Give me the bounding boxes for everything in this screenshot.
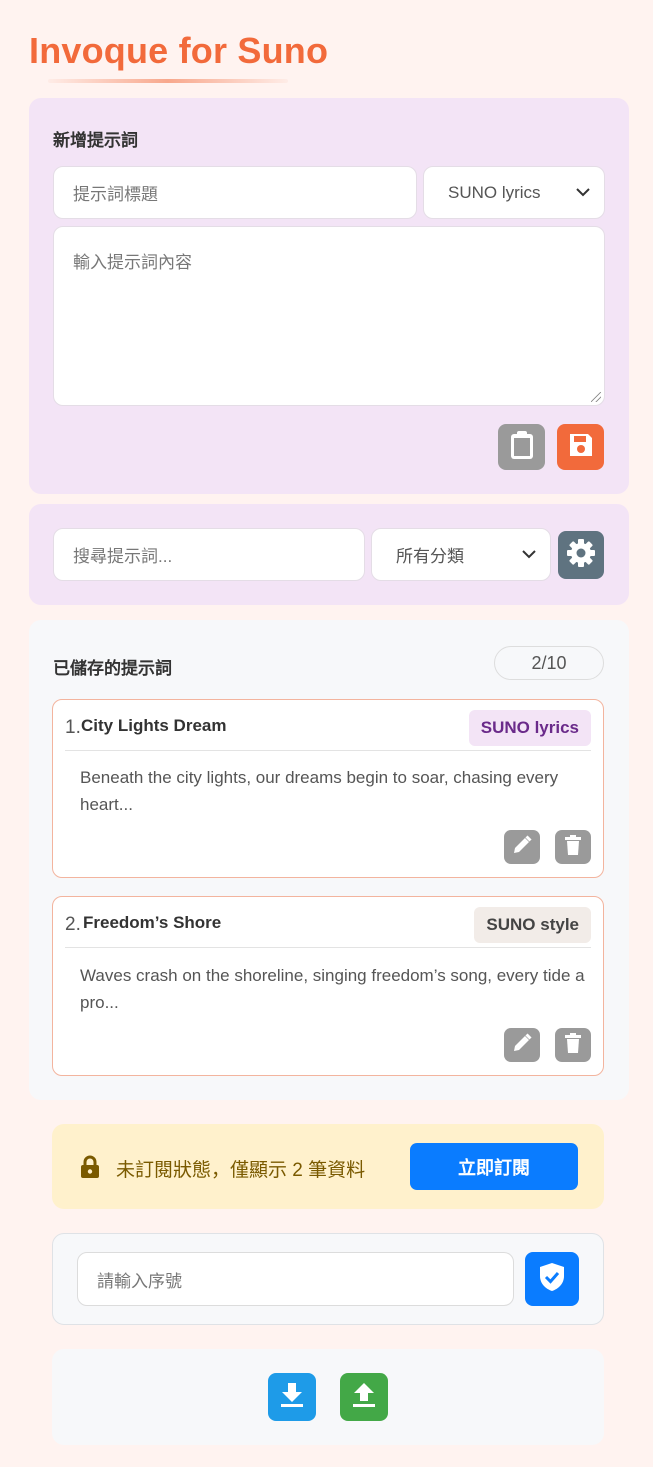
upload-button[interactable] (340, 1373, 388, 1421)
prompt-title-placeholder: 提示詞標題 (73, 185, 158, 204)
card-divider (65, 750, 591, 751)
card-body: Waves crash on the shoreline, singing fr… (80, 966, 585, 1012)
download-button[interactable] (268, 1373, 316, 1421)
save-button[interactable] (557, 424, 604, 470)
card-divider (65, 947, 591, 948)
saved-prompts-heading: 已儲存的提示詞 (53, 659, 172, 678)
card-number: 2. (65, 914, 81, 935)
delete-button[interactable] (555, 1028, 591, 1062)
serial-placeholder: 請輸入序號 (97, 1271, 182, 1291)
paste-button[interactable] (498, 424, 545, 470)
pencil-icon (511, 834, 533, 861)
shield-check-icon (539, 1262, 565, 1297)
upload-icon (351, 1381, 377, 1414)
resize-handle[interactable] (591, 392, 601, 402)
transfer-panel (52, 1349, 604, 1445)
card-title: City Lights Dream (81, 716, 227, 735)
prompt-category-value: SUNO lyrics (448, 182, 541, 202)
app-title: Invoque for Suno (29, 30, 329, 71)
subscription-notice: 未訂閱狀態，僅顯示 2 筆資料 立即訂閱 (52, 1124, 604, 1209)
pencil-icon (511, 1032, 533, 1059)
delete-button[interactable] (555, 830, 591, 864)
prompt-count-badge: 2/10 (494, 646, 604, 680)
category-tag: SUNO lyrics (468, 710, 591, 746)
new-prompt-heading: 新增提示詞 (53, 131, 138, 150)
clipboard-icon (508, 429, 536, 466)
title-underline (48, 79, 288, 83)
subscription-notice-text: 未訂閱狀態，僅顯示 2 筆資料 (116, 1160, 366, 1181)
trash-icon (563, 834, 583, 861)
download-icon (279, 1381, 305, 1414)
edit-button[interactable] (504, 1028, 540, 1062)
trash-icon (563, 1032, 583, 1059)
subscribe-button[interactable]: 立即訂閱 (410, 1143, 578, 1190)
card-body: Beneath the city lights, our dreams begi… (80, 768, 559, 814)
serial-panel: 請輸入序號 (52, 1233, 604, 1325)
chevron-down-icon (522, 547, 536, 562)
search-input[interactable]: 搜尋提示詞... (53, 528, 365, 581)
prompt-title-input[interactable]: 提示詞標題 (53, 166, 417, 219)
category-tag: SUNO style (474, 907, 591, 943)
gear-icon (566, 538, 596, 573)
prompt-card[interactable]: 1. City Lights Dream SUNO lyrics Beneath… (52, 699, 604, 878)
verify-serial-button[interactable] (525, 1252, 579, 1306)
filter-category-select[interactable]: 所有分類 (371, 528, 551, 581)
card-number: 1. (65, 717, 81, 738)
search-panel: 搜尋提示詞... 所有分類 (29, 504, 629, 605)
new-prompt-panel: 新增提示詞 提示詞標題 SUNO lyrics 輸入提示詞內容 (29, 98, 629, 494)
filter-category-value: 所有分類 (396, 547, 464, 566)
card-title: Freedom’s Shore (83, 913, 222, 932)
chevron-down-icon (576, 185, 590, 200)
floppy-disk-icon (567, 431, 595, 464)
prompt-content-textarea[interactable]: 輸入提示詞內容 (53, 226, 605, 406)
settings-button[interactable] (558, 531, 604, 579)
edit-button[interactable] (504, 830, 540, 864)
search-placeholder: 搜尋提示詞... (73, 547, 173, 566)
prompt-content-placeholder: 輸入提示詞內容 (73, 253, 192, 272)
prompt-category-select[interactable]: SUNO lyrics (423, 166, 605, 219)
serial-input[interactable]: 請輸入序號 (77, 1252, 514, 1306)
lock-icon (80, 1155, 100, 1184)
prompt-card[interactable]: 2. Freedom’s Shore SUNO style Waves cras… (52, 896, 604, 1076)
